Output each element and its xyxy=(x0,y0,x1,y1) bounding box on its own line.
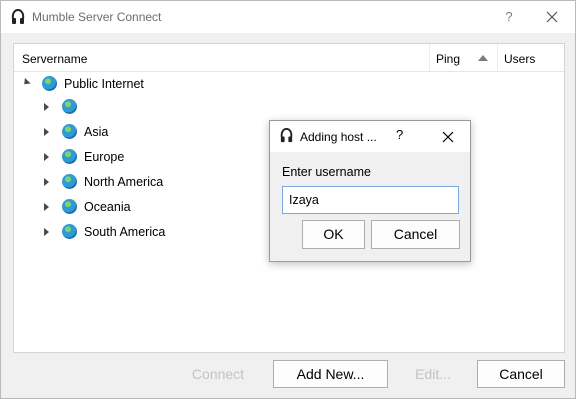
dialog-titlebar: Adding host ... ? xyxy=(270,121,470,152)
globe-icon xyxy=(62,149,77,164)
close-icon[interactable] xyxy=(438,127,458,147)
add-new-button[interactable]: Add New... xyxy=(273,360,388,388)
column-divider[interactable] xyxy=(429,44,430,72)
chevron-down-icon[interactable] xyxy=(21,77,31,88)
edit-button[interactable]: Edit... xyxy=(399,360,467,388)
chevron-right-icon[interactable] xyxy=(44,128,49,136)
tree-item-public-internet[interactable]: Public Internet xyxy=(14,73,564,95)
help-button[interactable]: ? xyxy=(499,7,519,27)
column-divider[interactable] xyxy=(497,44,498,72)
globe-icon xyxy=(62,224,77,239)
chevron-right-icon[interactable] xyxy=(44,203,49,211)
globe-icon xyxy=(62,124,77,139)
chevron-right-icon[interactable] xyxy=(44,103,49,111)
mumble-app-icon xyxy=(11,9,25,24)
sort-ascending-icon xyxy=(478,55,488,61)
chevron-right-icon[interactable] xyxy=(44,153,49,161)
column-header-users[interactable]: Users xyxy=(504,52,535,66)
mumble-app-icon xyxy=(280,128,293,143)
ok-button[interactable]: OK xyxy=(302,220,365,249)
tree-header: Servername Ping Users xyxy=(14,44,564,72)
tree-item-label: Oceania xyxy=(84,200,131,214)
dialog-help-button[interactable]: ? xyxy=(396,127,403,142)
chevron-right-icon[interactable] xyxy=(44,228,49,236)
chevron-right-icon[interactable] xyxy=(44,178,49,186)
tree-item-unnamed[interactable] xyxy=(14,96,564,118)
globe-icon xyxy=(62,174,77,189)
globe-icon xyxy=(42,76,57,91)
dialog-title: Adding host ... xyxy=(300,130,377,144)
window-title: Mumble Server Connect xyxy=(32,10,162,24)
close-icon[interactable] xyxy=(541,7,563,27)
window-titlebar: Mumble Server Connect ? xyxy=(1,1,575,33)
add-host-dialog: Adding host ... ? Enter username OK Canc… xyxy=(269,120,471,262)
column-header-ping[interactable]: Ping xyxy=(436,52,460,66)
globe-icon xyxy=(62,199,77,214)
tree-item-label: South America xyxy=(84,225,166,239)
tree-item-label: Europe xyxy=(84,150,125,164)
globe-icon xyxy=(62,99,77,114)
tree-item-label: North America xyxy=(84,175,164,189)
username-input[interactable] xyxy=(282,186,459,214)
cancel-button[interactable]: Cancel xyxy=(477,360,565,388)
connect-button[interactable]: Connect xyxy=(173,360,263,388)
tree-item-label: Asia xyxy=(84,125,109,139)
tree-item-label: Public Internet xyxy=(64,77,144,91)
dialog-cancel-button[interactable]: Cancel xyxy=(371,220,460,249)
column-header-servername[interactable]: Servername xyxy=(22,52,87,66)
username-prompt: Enter username xyxy=(282,165,371,179)
